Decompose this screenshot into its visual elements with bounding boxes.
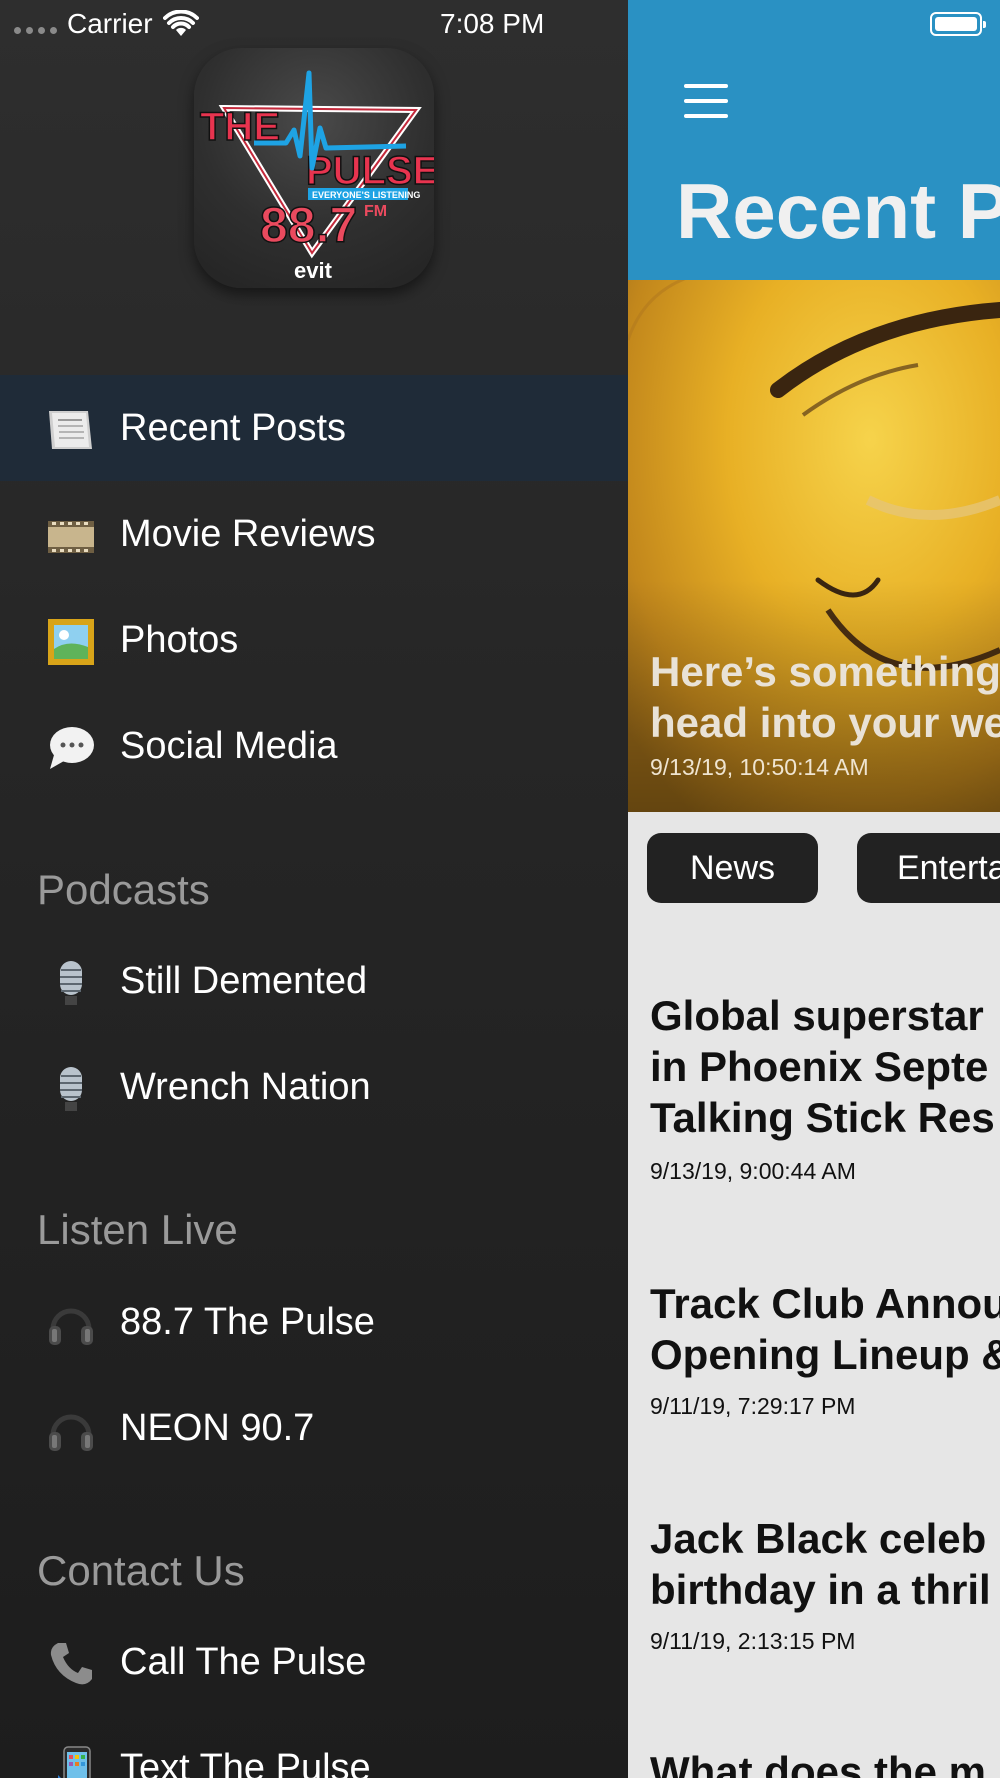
drawer-item-label: Text The Pulse	[120, 1746, 371, 1778]
drawer-item-text-the-pulse[interactable]: Text The Pulse	[0, 1715, 628, 1778]
signal-strength-icon	[14, 26, 57, 34]
status-bar-left: Carrier	[14, 6, 199, 42]
logo-pulse-text: PULSE	[306, 149, 434, 193]
featured-post-date: 9/13/19, 10:50:14 AM	[650, 754, 869, 780]
article-title-line: Talking Stick Res	[650, 1094, 995, 1141]
drawer-item-recent-posts[interactable]: Recent Posts	[0, 375, 628, 481]
article-title-line: What does the m	[650, 1748, 987, 1778]
featured-post-title-line: head into your we	[650, 699, 1000, 746]
drawer-item-wrench-nation[interactable]: Wrench Nation	[0, 1034, 628, 1140]
article-title-line: birthday in a thril	[650, 1566, 991, 1613]
article-title[interactable]: What does the m	[650, 1746, 986, 1778]
status-bar-time: 7:08 PM	[440, 8, 545, 39]
article-title-line: Opening Lineup &	[650, 1331, 1000, 1378]
picture-frame-icon	[48, 619, 94, 665]
drawer-item-label: NEON 90.7	[120, 1406, 315, 1449]
drawer-item-label: Movie Reviews	[120, 512, 376, 555]
drawer-item-neon-90-7[interactable]: NEON 90.7	[0, 1375, 628, 1481]
section-header-contact-us: Contact Us	[37, 1547, 245, 1594]
main-content: Recent P Here’s something head into your…	[628, 0, 1000, 1778]
speech-bubble-icon	[50, 727, 94, 769]
category-chip-entertainment[interactable]: Enterta	[857, 833, 1000, 903]
section-header-listen-live: Listen Live	[37, 1206, 238, 1253]
microphone-icon	[60, 1067, 82, 1111]
mobile-phone-icon	[58, 1746, 91, 1778]
article-date: 9/13/19, 9:00:44 AM	[650, 1158, 856, 1184]
wifi-icon	[162, 10, 199, 36]
logo-fm: FM	[364, 203, 387, 220]
category-chip-news[interactable]: News	[647, 833, 818, 903]
carrier-name: Carrier	[67, 8, 153, 39]
article-date: 9/11/19, 7:29:17 PM	[650, 1393, 856, 1419]
drawer-item-label: 88.7 The Pulse	[120, 1300, 375, 1343]
article-title-line: Global superstar	[650, 992, 984, 1039]
hamburger-icon[interactable]	[684, 84, 728, 118]
drawer-item-label: Call The Pulse	[120, 1640, 367, 1683]
drawer-item-label: Photos	[120, 618, 239, 661]
article-title[interactable]: Track Club Annou Opening Lineup &	[650, 1278, 1000, 1380]
article-date: 9/11/19, 2:13:15 PM	[650, 1628, 856, 1654]
film-reel-icon	[48, 521, 94, 553]
drawer-item-movie-reviews[interactable]: Movie Reviews	[0, 481, 628, 587]
drawer-item-88-7-the-pulse[interactable]: 88.7 The Pulse	[0, 1269, 628, 1375]
article-title[interactable]: Global superstar in Phoenix Septe Talkin…	[650, 990, 995, 1143]
newspaper-icon	[49, 411, 92, 449]
drawer-item-call-the-pulse[interactable]: Call The Pulse	[0, 1609, 628, 1715]
drawer-item-photos[interactable]: Photos	[0, 587, 628, 693]
navigation-bar: Recent P	[628, 0, 1000, 280]
drawer-item-label: Recent Posts	[120, 406, 346, 449]
drawer-item-label: Still Demented	[120, 959, 368, 1002]
article-title-line: in Phoenix Septe	[650, 1043, 989, 1090]
section-header-podcasts: Podcasts	[37, 866, 210, 913]
logo-graphic: THE PULSE EVERYONE'S LISTENING 88.7 FM e…	[199, 70, 434, 283]
page-title: Recent P	[676, 167, 1000, 255]
station-logo: THE PULSE EVERYONE'S LISTENING 88.7 FM e…	[194, 48, 434, 288]
featured-post-title-line: Here’s something	[650, 648, 1000, 695]
article-title-line: Jack Black celeb	[650, 1515, 987, 1562]
drawer-item-label: Social Media	[120, 724, 338, 767]
headphones-icon	[49, 1308, 93, 1345]
headphones-icon	[49, 1414, 93, 1451]
drawer-item-social-media[interactable]: Social Media	[0, 693, 628, 799]
article-title[interactable]: Jack Black celeb birthday in a thril	[650, 1513, 991, 1615]
navigation-drawer: Carrier 7:08 PM THE PULSE EVERYONE'S LIS…	[0, 0, 628, 1778]
phone-icon	[50, 1643, 92, 1685]
drawer-item-label: Wrench Nation	[120, 1065, 371, 1108]
logo-brand: evit	[294, 258, 333, 283]
battery-icon	[930, 12, 986, 36]
logo-frequency: 88.7	[260, 197, 357, 253]
drawer-item-still-demented[interactable]: Still Demented	[0, 928, 628, 1034]
featured-post-title[interactable]: Here’s something head into your we	[650, 646, 1000, 748]
microphone-icon	[60, 961, 82, 1005]
article-title-line: Track Club Annou	[650, 1280, 1000, 1327]
